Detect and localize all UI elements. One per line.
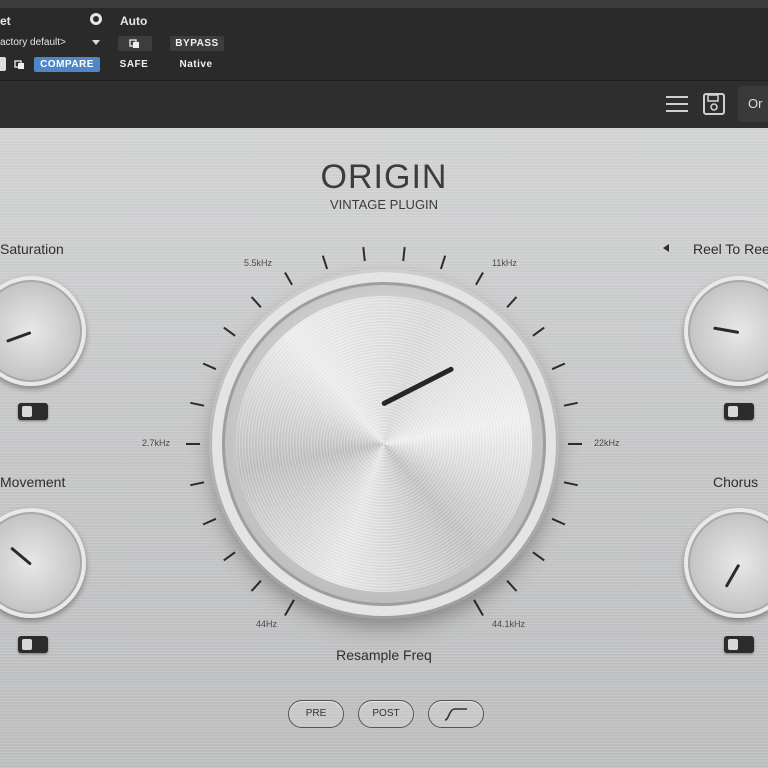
scale-tick <box>284 272 293 286</box>
scale-tick <box>223 551 236 562</box>
scale-tick <box>532 326 545 337</box>
scale-tick <box>202 362 217 371</box>
tick-label-44.1khz: 44.1kHz <box>492 619 526 629</box>
scale-tick <box>250 580 262 592</box>
tick-label-22khz: 22kHz <box>594 438 620 448</box>
scale-tick <box>190 481 205 487</box>
scale-tick <box>551 362 566 371</box>
scale-tick <box>190 401 205 407</box>
filter-curve-button[interactable] <box>428 700 484 728</box>
resample-freq-label: Resample Freq <box>336 647 432 663</box>
scale-tick <box>202 517 217 526</box>
scale-tick <box>506 296 518 308</box>
tick-label-44hz: 44Hz <box>256 619 278 629</box>
tick-label-2.7khz: 2.7kHz <box>142 438 171 448</box>
scale-tick <box>551 517 566 526</box>
scale-tick <box>563 481 578 487</box>
resample-freq-knob[interactable] <box>212 272 556 616</box>
resample-knob-face <box>236 296 532 592</box>
scale-tick <box>532 551 545 562</box>
scale-tick <box>321 255 329 270</box>
scale-tick <box>473 599 484 616</box>
scale-tick <box>402 246 406 262</box>
scale-tick <box>475 272 484 286</box>
scale-tick <box>284 599 295 616</box>
scale-tick <box>439 255 447 270</box>
scale-tick <box>223 326 236 337</box>
scale-tick <box>250 296 262 308</box>
tick-label-11khz: 11kHz <box>492 258 517 268</box>
filter-curve-icon <box>444 708 467 721</box>
scale-tick <box>362 246 366 262</box>
scale-tick <box>563 401 578 407</box>
post-button[interactable]: POST <box>358 700 414 728</box>
scale-tick <box>506 580 518 592</box>
pre-button[interactable]: PRE <box>288 700 344 728</box>
tick-label-5.5khz: 5.5kHz <box>244 258 273 268</box>
